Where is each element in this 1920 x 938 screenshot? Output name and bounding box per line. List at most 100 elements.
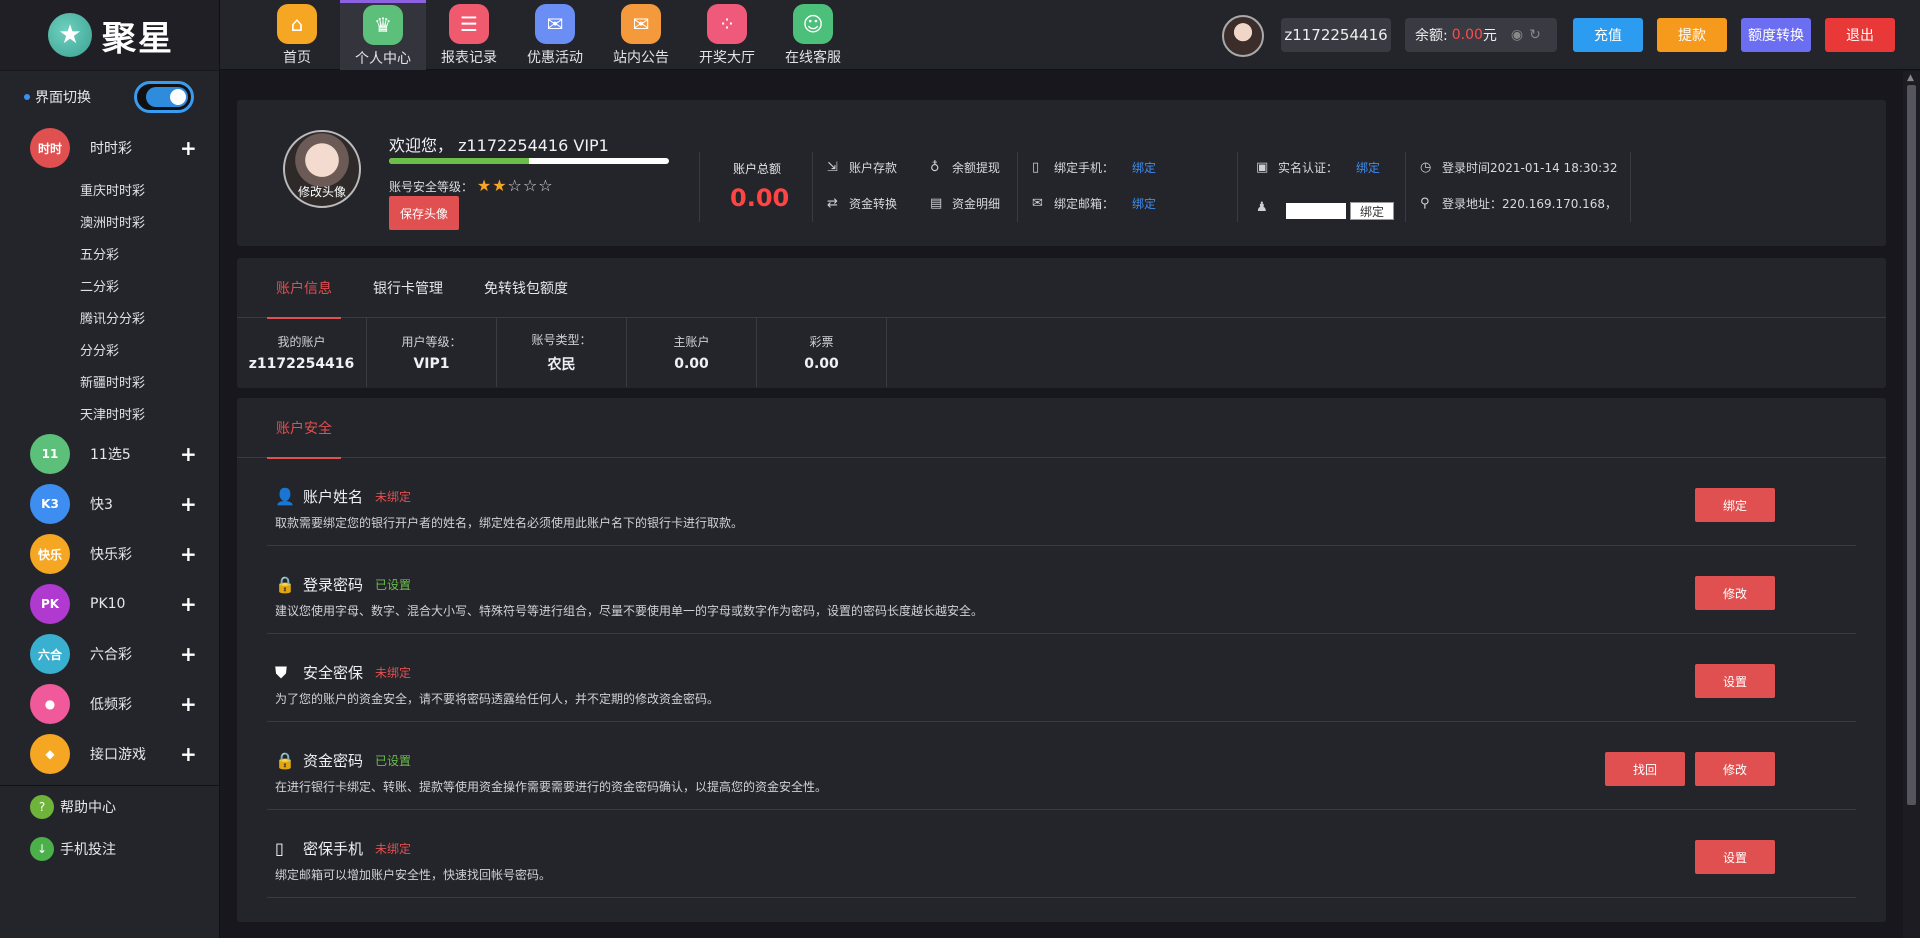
k3-icon: K3 [30,484,70,524]
username-display: z1172254416 [1281,18,1391,52]
cat-label: 快3 [90,497,113,513]
plus-icon[interactable]: + [180,642,197,666]
account-info-row: 我的账户 z1172254416 用户等级： VIP1 账号类型： 农民 主账户 0.0… [237,318,1886,387]
set-security-question-button[interactable]: 设置 [1695,664,1775,698]
lock-icon: 🔒 [275,575,295,594]
api-game-icon: ◆ [30,734,70,774]
sidebar-sub-item[interactable]: 分分彩 [0,333,219,365]
nav-announcements[interactable]: ✉ 站内公告 [598,0,684,70]
sidebar-cat-api-games[interactable]: ◆ 接口游戏 + [0,729,219,779]
download-icon: ↓ [30,837,54,861]
transfer-link[interactable]: ⇄ 资金转换 [827,195,897,212]
account-tabs-panel: 账户信息 银行卡管理 免转钱包额度 我的账户 z1172254416 用户等级： V… [237,258,1886,388]
sidebar-help[interactable]: ? 帮助中心 [0,786,219,828]
security-row-question: ⛊ 安全密保 未绑定 为了您的账户的资金安全，请不要将密码透露给任何人，并不定期的修… [267,634,1856,722]
nav-support[interactable]: ☺ 在线客服 [770,0,856,70]
cat-label: 11选5 [90,447,131,463]
edit-login-password-button[interactable]: 修改 [1695,576,1775,610]
sidebar-cat-liuhe[interactable]: 六合 六合彩 + [0,629,219,679]
sidebar-cat-pk10[interactable]: PK PK10 + [0,579,219,629]
sidebar-sub-item[interactable]: 澳洲时时彩 [0,205,219,237]
change-avatar-label[interactable]: 修改头像 [285,183,359,200]
deposit-link[interactable]: ⇲ 账户存款 [827,159,897,176]
refresh-icon[interactable]: ↻ [1529,27,1547,43]
profile-avatar[interactable]: 修改头像 [283,130,361,208]
welcome-text: 欢迎您， z1172254416 VIP1 [389,136,609,155]
recover-fund-password-button[interactable]: 找回 [1605,752,1685,786]
nav-home[interactable]: ⌂ 首页 [254,0,340,70]
mail-icon: ✉ [621,3,661,44]
exchange-icon: ⇄ [827,196,838,211]
tab-wallet-quota[interactable]: 免转钱包额度 [467,258,585,318]
sidebar-cat-k3[interactable]: K3 快3 + [0,479,219,529]
scroll-up-icon[interactable]: ▲ [1907,73,1914,83]
sidebar-sub-item[interactable]: 二分彩 [0,269,219,301]
bind-name-button[interactable]: 绑定 [1695,488,1775,522]
sidebar-sub-item[interactable]: 重庆时时彩 [0,173,219,205]
plus-icon[interactable]: + [180,692,197,716]
security-row-name: 👤 账户姓名 未绑定 取款需要绑定您的银行开户者的姓名，绑定姓名必须使用此账户名下的… [267,458,1856,546]
sidebar-cat-ssc[interactable]: 时时 时时彩 + [0,123,219,173]
withdraw-button[interactable]: 提款 [1657,18,1727,52]
recharge-button[interactable]: 充值 [1573,18,1643,52]
nav-label: 首页 [283,49,311,66]
nav-label: 优惠活动 [527,49,583,66]
help-icon: ? [30,795,54,819]
page-scrollbar[interactable]: ▲ [1903,71,1920,938]
withdraw-link[interactable]: ♁ 余额提现 [930,159,1000,176]
sidebar-cat-11x5[interactable]: 11 11选5 + [0,429,219,479]
edit-fund-password-button[interactable]: 修改 [1695,752,1775,786]
bind-email-link[interactable]: 绑定 [1132,195,1156,212]
plus-icon[interactable]: + [180,592,197,616]
plus-icon[interactable]: + [180,742,197,766]
user-avatar[interactable] [1222,15,1264,57]
transfer-button[interactable]: 额度转换 [1741,18,1811,52]
user-icon: 👤 [275,487,295,506]
plus-icon[interactable]: + [180,492,197,516]
sidebar-sub-item[interactable]: 五分彩 [0,237,219,269]
sidebar-sub-item[interactable]: 腾讯分分彩 [0,301,219,333]
row-desc: 绑定邮箱可以增加账户安全性，快速找回帐号密码。 [275,868,552,882]
star-logo-icon: ★ [48,13,92,57]
scroll-thumb[interactable] [1907,85,1916,805]
realname-bind-link[interactable]: 绑定 [1356,159,1380,176]
nav-personal-center[interactable]: ♛ 个人中心 [340,0,426,70]
ui-switch-toggle[interactable] [134,81,194,113]
ui-switch-row: 界面切换 [0,71,219,123]
divider [699,152,700,222]
nav-label: 站内公告 [613,49,669,66]
plus-icon[interactable]: + [180,542,197,566]
sidebar-sub-item[interactable]: 新疆时时彩 [0,365,219,397]
sidebar-sub-item[interactable]: 天津时时彩 [0,397,219,429]
logo[interactable]: ★ 聚星 [0,0,220,70]
save-avatar-button[interactable]: 保存头像 [389,196,459,230]
profile-panel: 修改头像 欢迎您， z1172254416 VIP1 账号安全等级： ★★☆☆☆… [237,100,1886,246]
details-link[interactable]: ▤ 资金明细 [930,195,1000,212]
nav-label: 个人中心 [355,51,411,67]
bind-phone-link[interactable]: 绑定 [1132,159,1156,176]
qq-bind-button[interactable]: 绑定 [1350,202,1394,220]
main-nav: ⌂ 首页 ♛ 个人中心 ☰ 报表记录 ✉ 优惠活动 ✉ 站内公告 ⁘ 开奖大厅 … [254,0,856,70]
eye-icon[interactable]: ◉ [1511,27,1529,43]
tab-account-info[interactable]: 账户信息 [259,258,349,319]
divider [1630,152,1631,222]
info-cell: 我的账户 z1172254416 [237,318,367,387]
nav-label: 在线客服 [785,49,841,66]
phone-icon: ▯ [1032,160,1040,175]
tab-account-security[interactable]: 账户安全 [259,398,349,459]
sidebar-cat-dipin[interactable]: ● 低频彩 + [0,679,219,729]
star-rating-icon: ★★☆☆☆ [476,176,554,195]
tab-bank-cards[interactable]: 银行卡管理 [356,258,460,318]
qq-input[interactable] [1286,203,1346,219]
row-desc: 为了您的账户的资金安全，请不要将密码透露给任何人，并不定期的修改资金密码。 [275,692,720,706]
logout-button[interactable]: 退出 [1825,18,1895,52]
bind-phone-row: ▯ 绑定手机： 绑定 [1032,159,1157,176]
set-security-phone-button[interactable]: 设置 [1695,840,1775,874]
plus-icon[interactable]: + [180,442,197,466]
nav-lottery-hall[interactable]: ⁘ 开奖大厅 [684,0,770,70]
sidebar-mobile[interactable]: ↓ 手机投注 [0,828,219,870]
nav-reports[interactable]: ☰ 报表记录 [426,0,512,70]
nav-promotions[interactable]: ✉ 优惠活动 [512,0,598,70]
sidebar-cat-kuaile[interactable]: 快乐 快乐彩 + [0,529,219,579]
plus-icon[interactable]: + [180,136,197,160]
